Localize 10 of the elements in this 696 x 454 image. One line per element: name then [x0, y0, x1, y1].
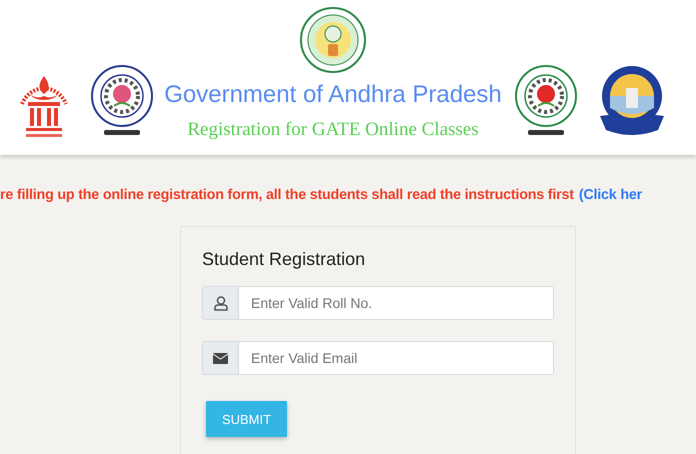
notice-text: re filling up the online registration form, all the students shall read the instructions first [0, 187, 574, 203]
submit-button[interactable]: SUBMIT [206, 401, 287, 437]
site-subtitle: Registration for GATE Online Classes [187, 119, 479, 141]
email-field[interactable]: Enter Valid Email [202, 341, 554, 375]
form-title: Student Registration [202, 249, 366, 270]
site-title: Government of Andhra Pradesh [164, 81, 502, 109]
user-icon [214, 296, 228, 310]
instructions-link[interactable]: (Click her [578, 187, 642, 203]
envelope-icon [213, 352, 228, 364]
roll-number-field[interactable]: Enter Valid Roll No. [202, 286, 554, 320]
